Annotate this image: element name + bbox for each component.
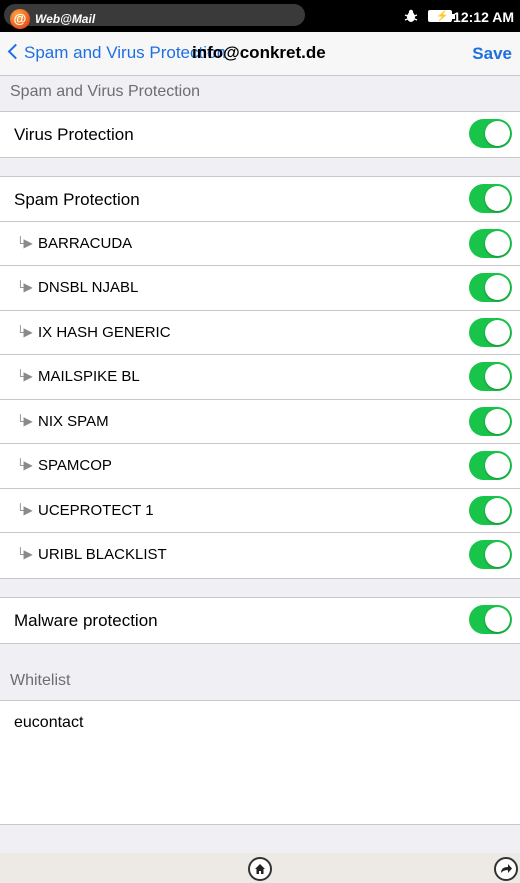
virus-protection-row: Virus Protection (0, 112, 520, 157)
bug-icon (404, 9, 418, 22)
blacklist-label: BARRACUDA (38, 234, 133, 252)
navigation-bar: Spam and Virus Protection info@conkret.d… (0, 32, 520, 76)
subitem-arrow-icon: └▶ (16, 413, 33, 428)
spam-protection-row: Spam Protection (0, 177, 520, 222)
blacklist-row-spamcop: └▶ SPAMCOP (0, 444, 520, 489)
section-header-protection: Spam and Virus Protection (10, 83, 201, 100)
save-button[interactable]: Save (472, 44, 512, 64)
subitem-arrow-icon: └▶ (16, 280, 33, 294)
subitem-arrow-icon: └▶ (16, 502, 33, 517)
chevron-left-icon (7, 43, 24, 60)
blacklist-toggle-nix-spam[interactable] (469, 406, 512, 436)
blacklist-label: URIBL BLACKLIST (38, 546, 167, 563)
blacklist-label: DNSBL NJABL (38, 279, 139, 296)
malware-protection-toggle[interactable] (469, 605, 512, 634)
forward-button[interactable] (494, 857, 518, 881)
malware-protection-label: Malware protection (14, 611, 158, 630)
app-notification-pill[interactable]: @ Web@Mail (4, 4, 305, 29)
blacklist-row-barracuda: └▶ BARRACUDA (0, 222, 520, 266)
malware-protection-row: Malware protection (0, 598, 520, 643)
battery-charging-icon: ⚡ (428, 10, 455, 22)
virus-protection-group: Virus Protection (0, 111, 520, 158)
blacklist-toggle-uribl-blacklist[interactable] (469, 540, 512, 569)
blacklist-label: MAILSPIKE BL (38, 368, 140, 385)
blacklist-label: IX HASH GENERIC (38, 323, 171, 341)
clock: 12:12 AM (453, 9, 514, 25)
section-header-whitelist: Whitelist (10, 672, 71, 689)
blacklist-row-uribl-blacklist: └▶ URIBL BLACKLIST (0, 533, 520, 578)
subitem-arrow-icon: └▶ (16, 235, 33, 250)
blacklist-label: NIX SPAM (38, 412, 109, 430)
blacklist-row-dnsbl-njabl: └▶ DNSBL NJABL (0, 266, 520, 311)
app-name: Web@Mail (35, 12, 96, 26)
blacklist-row-mailspike-bl: └▶ MAILSPIKE BL (0, 355, 520, 400)
blacklist-row-ix-hash-generic: └▶ IX HASH GENERIC (0, 311, 520, 355)
blacklist-toggle-uceprotect-1[interactable] (469, 495, 512, 525)
virus-protection-label: Virus Protection (14, 125, 134, 144)
spam-protection-label: Spam Protection (14, 190, 140, 209)
page-title: info@conkret.de (192, 43, 326, 62)
status-bar: @ Web@Mail ⚡ 12:12 AM (0, 0, 520, 32)
blacklist-toggle-barracuda[interactable] (469, 228, 512, 258)
spam-protection-toggle[interactable] (469, 184, 512, 213)
subitem-arrow-icon: └▶ (16, 547, 33, 561)
blacklist-toggle-mailspike-bl[interactable] (469, 362, 512, 391)
blacklist-toggle-spamcop[interactable] (469, 451, 512, 480)
bottom-bar (0, 853, 520, 883)
blacklist-toggle-ix-hash-generic[interactable] (469, 317, 512, 347)
subitem-arrow-icon: └▶ (16, 324, 33, 339)
redo-arrow-icon (501, 864, 512, 873)
malware-protection-group: Malware protection (0, 597, 520, 644)
virus-protection-toggle[interactable] (469, 119, 512, 148)
subitem-arrow-icon: └▶ (16, 458, 33, 472)
whitelist-textarea[interactable]: eucontact (0, 700, 520, 825)
blacklist-row-nix-spam: └▶ NIX SPAM (0, 400, 520, 444)
blacklist-label: UCEPROTECT 1 (38, 501, 154, 519)
spam-protection-group: Spam Protection └▶ BARRACUDA └▶ DNSBL NJ… (0, 176, 520, 579)
subitem-arrow-icon: └▶ (16, 369, 33, 383)
home-button[interactable] (248, 857, 272, 881)
home-icon (255, 864, 265, 874)
blacklist-label: SPAMCOP (38, 457, 112, 474)
blacklist-toggle-dnsbl-njabl[interactable] (469, 273, 512, 302)
blacklist-row-uceprotect-1: └▶ UCEPROTECT 1 (0, 489, 520, 533)
webmail-app-icon: @ (10, 9, 30, 29)
